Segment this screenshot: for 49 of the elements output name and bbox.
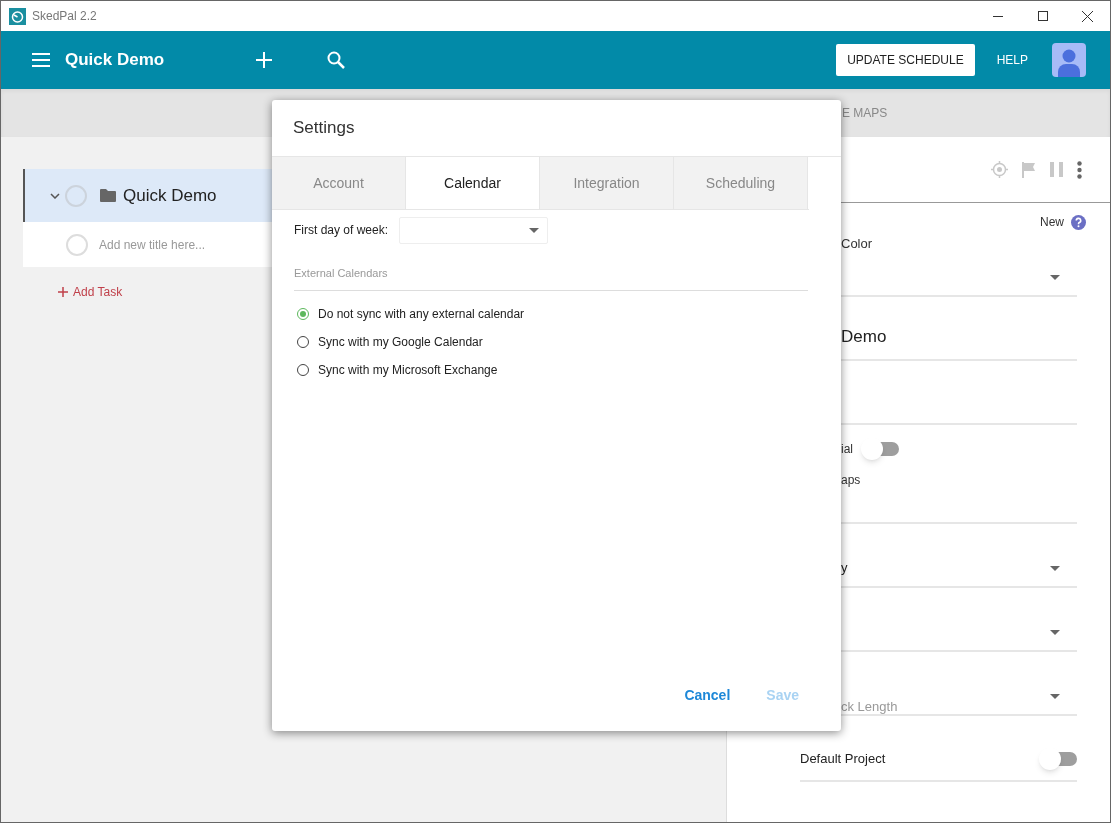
plus-icon (256, 52, 273, 68)
user-avatar[interactable] (1052, 43, 1086, 77)
project-title: Quick Demo (65, 49, 165, 72)
caret-icon (1050, 274, 1060, 280)
chevron-icon[interactable] (50, 192, 60, 199)
window-title: SkedPal 2.2 (32, 8, 97, 25)
maximize-icon (1037, 11, 1048, 21)
select-value: y (841, 559, 848, 578)
field-label: Default Project (800, 750, 886, 769)
minimize-icon (992, 15, 1003, 17)
caret-icon (1050, 629, 1060, 635)
new-label: New (1040, 214, 1064, 231)
menu-icon (32, 53, 50, 67)
close-icon (1082, 10, 1093, 22)
radio-option[interactable]: Sync with my Google Calendar (294, 332, 483, 351)
help-link[interactable]: HELP (996, 51, 1028, 69)
text-field-value[interactable]: Demo (841, 323, 887, 349)
menu-button[interactable] (31, 50, 51, 70)
folder-icon (100, 189, 116, 202)
caret-icon (1050, 693, 1060, 699)
flag-icon[interactable] (1022, 161, 1036, 178)
pause-icon[interactable] (1050, 162, 1063, 177)
search-button[interactable] (326, 50, 347, 70)
help-icon[interactable] (1071, 214, 1086, 230)
toggle-switch[interactable] (1039, 749, 1077, 769)
select-placeholder: ck Length (841, 698, 898, 717)
dialog-button[interactable]: Cancel (684, 685, 731, 706)
update-schedule-button[interactable]: UPDATE SCHEDULE (836, 44, 975, 76)
field-label: First day of week: (294, 222, 389, 239)
new-title-placeholder: Add new title here... (99, 236, 206, 254)
add-button[interactable] (255, 51, 274, 69)
plus-icon (58, 287, 68, 297)
toggle-label: ial (841, 441, 853, 458)
tree-item-title: Quick Demo (123, 184, 217, 207)
add-task-button[interactable]: Add Task (58, 283, 123, 301)
field-label: aps (841, 472, 862, 489)
person-icon (1057, 47, 1081, 77)
app-logo-icon (9, 7, 26, 25)
radio-option[interactable]: Do not sync with any external calendar (294, 304, 525, 323)
field-label: Color (841, 234, 874, 253)
caret-icon (1050, 565, 1060, 571)
radio-option[interactable]: Sync with my Microsoft Exchange (294, 360, 498, 379)
more-icon[interactable] (1077, 160, 1082, 179)
target-icon[interactable] (991, 161, 1008, 178)
toggle-switch[interactable] (861, 439, 899, 459)
dialog-title: Settings (293, 117, 355, 140)
section-heading: External Calendars (294, 267, 388, 279)
caret-icon (529, 227, 540, 233)
search-icon (327, 51, 346, 69)
